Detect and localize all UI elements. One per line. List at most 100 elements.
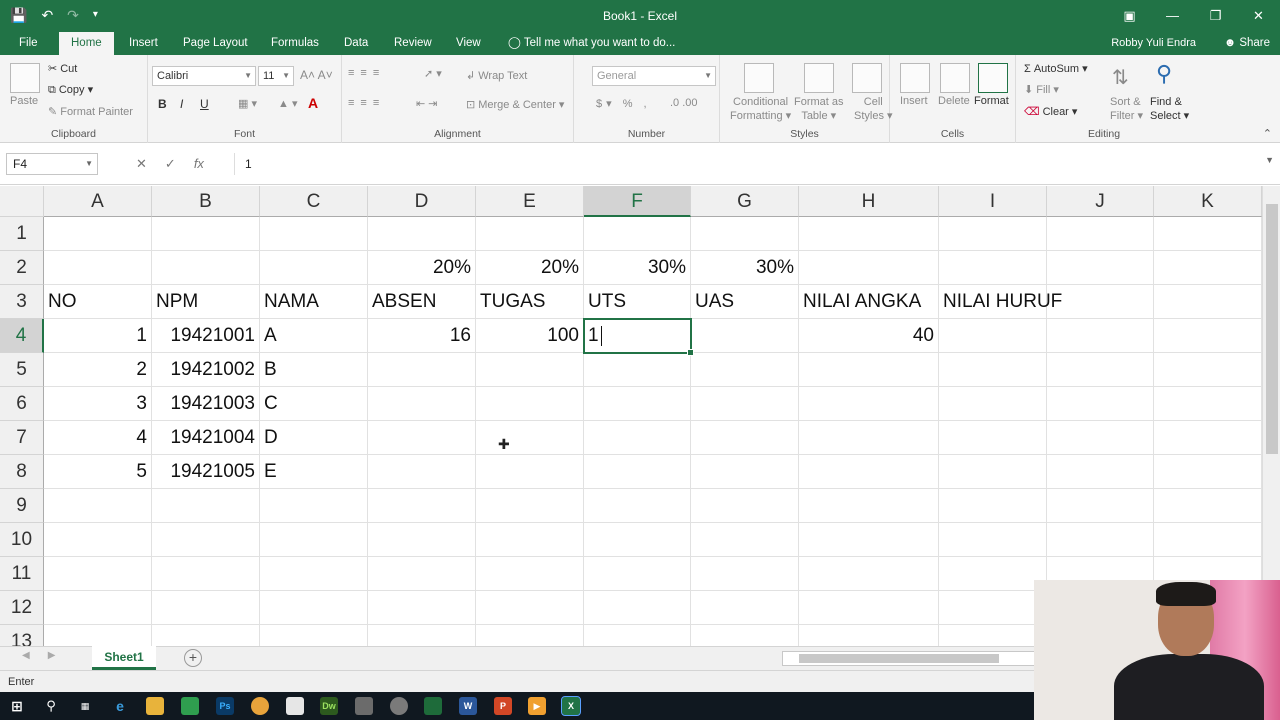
sheet-tab-sheet1[interactable]: Sheet1 — [92, 646, 156, 670]
column-header-c[interactable]: C — [260, 186, 368, 217]
cell-k3[interactable] — [1154, 285, 1262, 319]
cell-j2[interactable] — [1047, 251, 1154, 285]
tab-view[interactable]: View — [456, 32, 481, 55]
tab-insert[interactable]: Insert — [129, 32, 158, 55]
format-cells-button[interactable]: Format — [974, 95, 1009, 107]
collapse-ribbon-icon[interactable]: ⌃ — [1263, 127, 1272, 140]
word-icon[interactable]: W — [459, 697, 477, 715]
row-header-7[interactable]: 7 — [0, 421, 44, 455]
horizontal-scrollbar[interactable] — [782, 651, 1042, 666]
edge-icon[interactable]: e — [111, 697, 129, 715]
cell-d13[interactable] — [368, 625, 476, 646]
formula-input[interactable]: 1 — [234, 153, 1270, 175]
cell-d6[interactable] — [368, 387, 476, 421]
cell-styles-icon[interactable] — [852, 63, 882, 93]
cell-g4[interactable] — [691, 319, 799, 353]
cell-b9[interactable] — [152, 489, 260, 523]
cell-g1[interactable] — [691, 217, 799, 251]
minimize-icon[interactable]: — — [1151, 0, 1194, 32]
row-header-13[interactable]: 13 — [0, 625, 44, 646]
cell-d8[interactable] — [368, 455, 476, 489]
row-header-4[interactable]: 4 — [0, 319, 44, 353]
cell-i9[interactable] — [939, 489, 1047, 523]
insert-cells-icon[interactable] — [900, 63, 930, 93]
italic-button[interactable]: I — [180, 97, 183, 111]
underline-button[interactable]: U — [200, 97, 209, 111]
user-name[interactable]: Robby Yuli Endra — [1111, 32, 1196, 55]
cell-c6[interactable]: C — [260, 387, 368, 421]
column-header-h[interactable]: H — [799, 186, 939, 217]
row-header-6[interactable]: 6 — [0, 387, 44, 421]
column-header-f[interactable]: F — [584, 186, 691, 217]
indent-icons[interactable]: ⇤ ⇥ — [416, 97, 438, 110]
task-view-icon[interactable]: ▦ — [76, 697, 94, 715]
column-header-d[interactable]: D — [368, 186, 476, 217]
cell-a7[interactable]: 4 — [44, 421, 152, 455]
vertical-scrollbar[interactable] — [1262, 186, 1280, 646]
app-icon[interactable] — [181, 697, 199, 715]
expand-formula-bar-icon[interactable]: ▼ — [1265, 155, 1274, 165]
cell-k7[interactable] — [1154, 421, 1262, 455]
cell-d10[interactable] — [368, 523, 476, 557]
cell-e9[interactable] — [476, 489, 584, 523]
cell-e1[interactable] — [476, 217, 584, 251]
tab-file[interactable]: File — [19, 32, 38, 55]
cell-a6[interactable]: 3 — [44, 387, 152, 421]
autosum-button[interactable]: Σ AutoSum ▾ — [1024, 62, 1088, 75]
format-as-table-button[interactable]: Format as Table ▾ — [794, 95, 844, 123]
cell-a3[interactable]: NO — [44, 285, 152, 319]
cell-g2[interactable]: 30% — [691, 251, 799, 285]
row-header-8[interactable]: 8 — [0, 455, 44, 489]
cell-a2[interactable] — [44, 251, 152, 285]
cell-a12[interactable] — [44, 591, 152, 625]
cell-f5[interactable] — [584, 353, 691, 387]
cell-b5[interactable]: 19421002 — [152, 353, 260, 387]
cell-g9[interactable] — [691, 489, 799, 523]
cut-button[interactable]: ✂ Cut — [48, 62, 77, 75]
sort-filter-icon[interactable]: ⇅ — [1112, 65, 1129, 90]
cell-a4[interactable]: 1 — [44, 319, 152, 353]
column-header-i[interactable]: I — [939, 186, 1047, 217]
cell-i6[interactable] — [939, 387, 1047, 421]
cell-a9[interactable] — [44, 489, 152, 523]
cell-e11[interactable] — [476, 557, 584, 591]
select-all-corner[interactable] — [0, 186, 44, 217]
cell-f12[interactable] — [584, 591, 691, 625]
name-box[interactable]: F4 ▼ — [6, 153, 98, 175]
cell-f3[interactable]: UTS — [584, 285, 691, 319]
cell-a1[interactable] — [44, 217, 152, 251]
tab-page-layout[interactable]: Page Layout — [183, 32, 248, 55]
cell-b7[interactable]: 19421004 — [152, 421, 260, 455]
sheet-nav-arrows[interactable]: ◀▶ — [22, 650, 73, 661]
cell-e7[interactable] — [476, 421, 584, 455]
cell-c10[interactable] — [260, 523, 368, 557]
cell-g5[interactable] — [691, 353, 799, 387]
cell-g10[interactable] — [691, 523, 799, 557]
cell-b10[interactable] — [152, 523, 260, 557]
cell-b3[interactable]: NPM — [152, 285, 260, 319]
cell-k1[interactable] — [1154, 217, 1262, 251]
cell-c8[interactable]: E — [260, 455, 368, 489]
cell-g7[interactable] — [691, 421, 799, 455]
restore-icon[interactable]: ❐ — [1194, 0, 1237, 32]
cell-b1[interactable] — [152, 217, 260, 251]
vertical-align-icons[interactable]: ≡≡≡ — [348, 67, 385, 79]
row-header-1[interactable]: 1 — [0, 217, 44, 251]
column-header-e[interactable]: E — [476, 186, 584, 217]
cell-i12[interactable] — [939, 591, 1047, 625]
cell-c7[interactable]: D — [260, 421, 368, 455]
horizontal-scroll-thumb[interactable] — [799, 654, 999, 663]
paste-button[interactable]: Paste — [10, 95, 38, 107]
cell-j3[interactable] — [1047, 285, 1154, 319]
cell-h9[interactable] — [799, 489, 939, 523]
column-header-a[interactable]: A — [44, 186, 152, 217]
chrome-icon[interactable] — [251, 697, 269, 715]
cell-c2[interactable] — [260, 251, 368, 285]
cell-i11[interactable] — [939, 557, 1047, 591]
cell-d5[interactable] — [368, 353, 476, 387]
cell-a11[interactable] — [44, 557, 152, 591]
cell-h2[interactable] — [799, 251, 939, 285]
delete-cells-icon[interactable] — [940, 63, 970, 93]
mail-icon[interactable] — [286, 697, 304, 715]
app-icon-3[interactable] — [424, 697, 442, 715]
